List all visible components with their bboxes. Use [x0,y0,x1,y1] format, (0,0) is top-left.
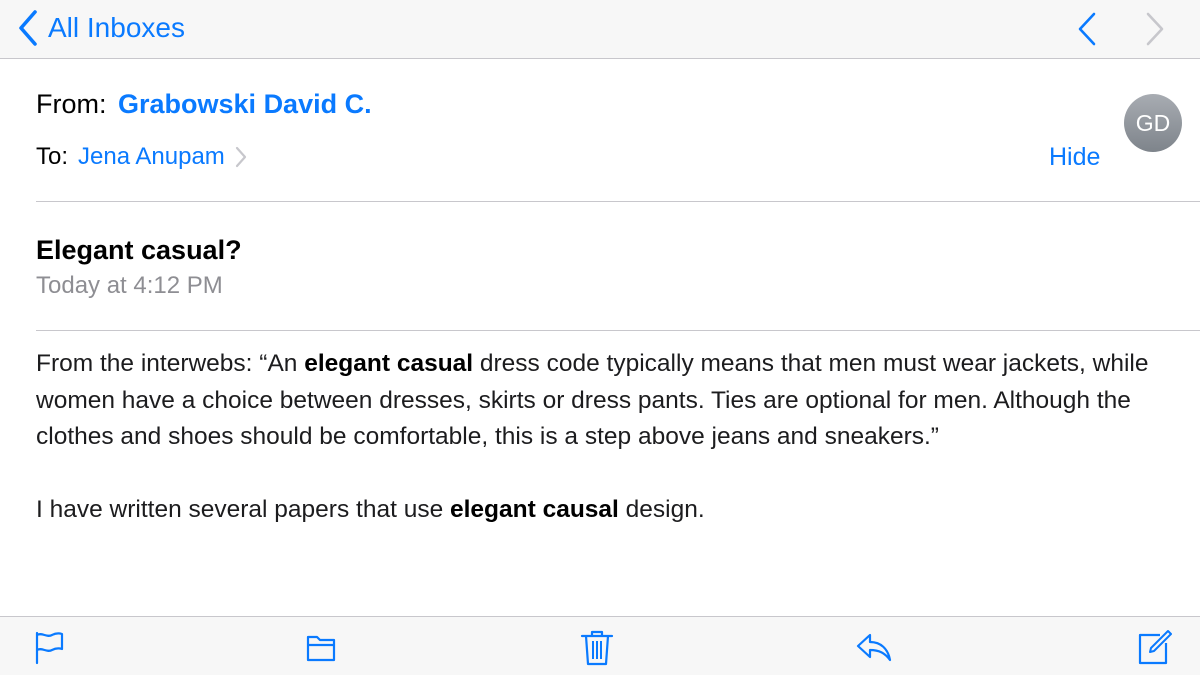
from-label: From: [36,89,107,119]
folder-icon [301,627,341,667]
previous-message-button[interactable] [1072,10,1104,48]
body-text: design. [618,495,705,523]
message-body: From the interwebs: “An elegant casual d… [36,346,1176,528]
avatar-initials: GD [1135,109,1171,136]
back-button-label: All Inboxes [48,12,185,43]
move-to-folder-button[interactable] [301,627,341,667]
header-divider [36,201,1200,202]
bottom-toolbar [0,616,1200,675]
flag-icon [30,627,70,667]
from-row: From: Grabowski David C. [36,86,372,122]
navigation-bar: All Inboxes [0,0,1200,59]
chevron-left-icon [18,10,38,46]
body-text: I have written several papers that use [36,495,450,523]
chevron-up-icon [1072,10,1104,48]
reply-button[interactable] [854,627,894,667]
recipient-name[interactable]: Jena Anupam [78,141,225,173]
body-paragraph: From the interwebs: “An elegant casual d… [36,346,1176,456]
delete-button[interactable] [577,627,617,667]
message-timestamp: Today at 4:12 PM [36,272,223,299]
chevron-down-icon [1140,10,1172,48]
mail-message-screen: All Inboxes From: Grabowski David C. GD … [0,0,1200,675]
message-subject: Elegant casual? [36,235,242,265]
trash-icon [577,627,617,667]
flag-button[interactable] [30,627,70,667]
compose-button[interactable] [1134,627,1174,667]
to-label: To: [36,143,69,170]
body-bold-text: elegant causal [450,495,619,523]
reply-icon [854,627,894,667]
chevron-right-icon [235,146,247,168]
body-text: From the interwebs: “An [36,350,305,377]
body-paragraph: I have written several papers that use e… [36,492,1176,529]
body-bold-text: elegant casual [304,350,474,377]
avatar[interactable]: GD [1124,94,1182,152]
hide-details-link[interactable]: Hide [1049,141,1100,173]
subject-divider [36,330,1200,331]
next-message-button[interactable] [1140,10,1172,48]
back-button[interactable]: All Inboxes [18,8,185,48]
sender-name[interactable]: Grabowski David C. [118,89,372,119]
to-row: To: Jena Anupam [36,141,247,173]
compose-icon [1134,627,1174,667]
